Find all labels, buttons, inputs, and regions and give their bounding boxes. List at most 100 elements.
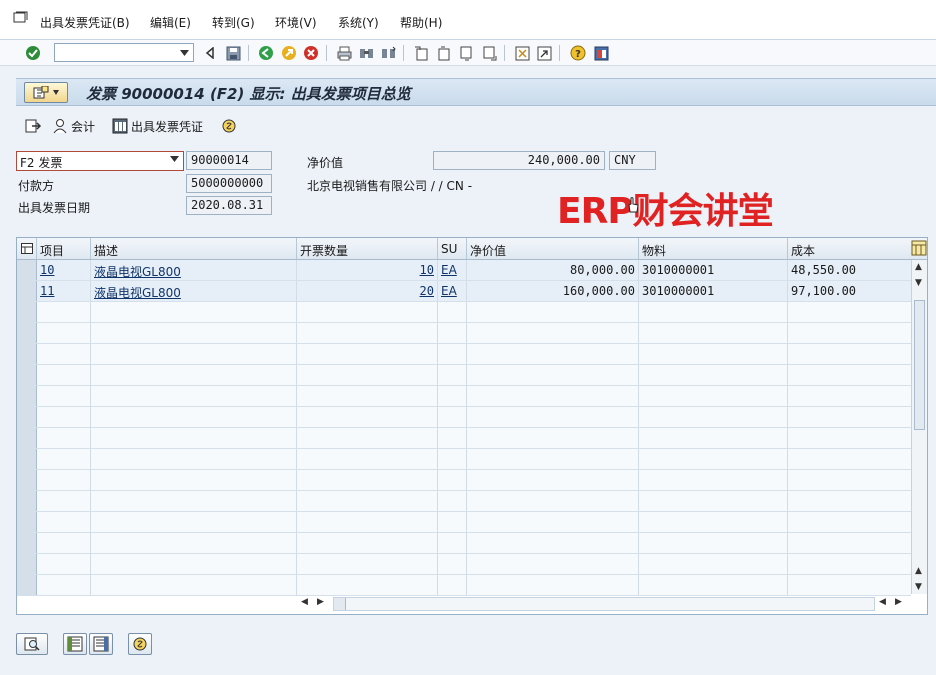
deselect-all-rows-icon xyxy=(93,636,109,652)
row-selector[interactable] xyxy=(17,344,37,364)
column-config-icon[interactable] xyxy=(911,240,927,256)
find-next-icon[interactable] xyxy=(379,44,397,62)
empty-row xyxy=(17,365,911,386)
billing-document-button[interactable]: 出具发票凭证 xyxy=(112,116,203,136)
horizontal-scroll-thumb[interactable] xyxy=(334,598,346,610)
row-selector[interactable] xyxy=(17,386,37,406)
scroll-up-icon[interactable]: ▲ xyxy=(915,262,922,272)
scroll-down-small-icon[interactable]: ▼ xyxy=(915,278,922,288)
row-selector[interactable] xyxy=(17,302,37,322)
currency-field[interactable]: CNY xyxy=(609,151,656,170)
back-nav-icon[interactable] xyxy=(201,44,219,62)
next-page-icon[interactable] xyxy=(457,44,475,62)
save-icon[interactable] xyxy=(224,44,242,62)
scroll-page-down-icon[interactable]: ▼ xyxy=(915,582,922,592)
net-value-field[interactable]: 240,000.00 xyxy=(433,151,605,170)
row-selector[interactable] xyxy=(17,554,37,574)
net-value-label: 净价值 xyxy=(307,156,344,170)
billing-document-icon xyxy=(112,118,128,134)
find-icon[interactable] xyxy=(357,44,375,62)
col-header-quantity[interactable]: 开票数量 xyxy=(297,238,438,259)
billing-type-select[interactable]: F2 发票 xyxy=(16,151,184,171)
deselect-all-button[interactable] xyxy=(89,633,113,655)
item-details-button[interactable] xyxy=(16,633,48,655)
scroll-right-small-icon[interactable]: ▶ xyxy=(317,597,324,607)
item-net-value: 80,000.00 xyxy=(467,260,639,280)
row-selector[interactable] xyxy=(17,575,37,595)
item-su[interactable]: EA xyxy=(438,260,467,280)
row-selector[interactable] xyxy=(17,428,37,448)
help-icon[interactable]: ? xyxy=(569,44,587,62)
item-quantity[interactable]: 20 xyxy=(297,281,438,301)
scroll-page-right-icon[interactable]: ▶ xyxy=(895,597,902,607)
billing-number-field[interactable]: 90000014 xyxy=(186,151,272,170)
row-selector[interactable] xyxy=(17,281,37,301)
item-quantity[interactable]: 10 xyxy=(297,260,438,280)
first-page-icon[interactable] xyxy=(412,44,430,62)
item-number[interactable]: 11 xyxy=(37,281,91,301)
item-material: 3010000001 xyxy=(639,260,788,280)
col-header-description[interactable]: 描述 xyxy=(91,238,297,259)
shortcut-icon[interactable] xyxy=(535,44,553,62)
col-header-su[interactable]: SU xyxy=(438,238,467,259)
menu-system[interactable]: 系统(Y) xyxy=(338,14,379,31)
row-selector[interactable] xyxy=(17,323,37,343)
scroll-page-left-icon[interactable]: ◀ xyxy=(879,597,886,607)
vertical-scrollbar[interactable]: ▲ ▼ ▲ ▼ xyxy=(911,260,927,594)
last-page-icon[interactable] xyxy=(480,44,498,62)
payer-number-field[interactable]: 5000000000 xyxy=(186,174,272,193)
table-row[interactable]: 10 液晶电视GL800 10 EA 80,000.00 3010000001 … xyxy=(17,260,911,281)
magnifier-icon xyxy=(24,637,40,651)
col-header-item[interactable]: 项目 xyxy=(37,238,91,259)
select-all-icon[interactable] xyxy=(17,238,37,259)
command-dropdown-icon[interactable] xyxy=(175,44,193,61)
back-icon[interactable] xyxy=(257,44,275,62)
row-selector[interactable] xyxy=(17,365,37,385)
horizontal-scrollbar[interactable]: ◀ ▶ ◀ ▶ xyxy=(297,596,925,612)
row-selector[interactable] xyxy=(17,260,37,280)
vertical-scroll-thumb[interactable] xyxy=(914,300,925,430)
col-header-cost[interactable]: 成本 xyxy=(788,238,911,259)
scroll-left-icon[interactable]: ◀ xyxy=(301,597,308,607)
item-su[interactable]: EA xyxy=(438,281,467,301)
menu-help[interactable]: 帮助(H) xyxy=(400,14,442,31)
col-header-net-value[interactable]: 净价值 xyxy=(467,238,639,259)
item-description[interactable]: 液晶电视GL800 xyxy=(91,281,297,301)
menu-environment[interactable]: 环境(V) xyxy=(275,14,317,31)
command-input[interactable] xyxy=(55,44,173,61)
row-selector[interactable] xyxy=(17,512,37,532)
item-number[interactable]: 10 xyxy=(37,260,91,280)
billing-type-value: F2 发票 xyxy=(20,156,63,170)
row-selector[interactable] xyxy=(17,491,37,511)
exit-icon[interactable] xyxy=(280,44,298,62)
command-field[interactable] xyxy=(54,43,194,62)
item-material: 3010000001 xyxy=(639,281,788,301)
accounting-button[interactable]: 会计 xyxy=(52,116,95,136)
row-selector[interactable] xyxy=(17,533,37,553)
menu-goto[interactable]: 转到(G) xyxy=(212,14,255,31)
menu-edit[interactable]: 编辑(E) xyxy=(150,14,191,31)
menu-billing-document[interactable]: 出具发票凭证(B) xyxy=(40,14,130,31)
scroll-page-up-icon[interactable]: ▲ xyxy=(915,566,922,576)
item-description[interactable]: 液晶电视GL800 xyxy=(91,260,297,280)
select-all-button[interactable] xyxy=(63,633,87,655)
col-header-material[interactable]: 物料 xyxy=(639,238,788,259)
customize-icon[interactable] xyxy=(592,44,610,62)
prev-page-icon[interactable] xyxy=(434,44,452,62)
new-session-icon[interactable] xyxy=(513,44,531,62)
print-icon[interactable] xyxy=(335,44,353,62)
cancel-icon[interactable] xyxy=(302,44,320,62)
system-menu-icon[interactable] xyxy=(13,11,29,25)
document-flow-button[interactable] xyxy=(24,82,68,103)
enter-icon[interactable] xyxy=(24,44,42,62)
item-conditions-button[interactable] xyxy=(128,633,152,655)
row-selector[interactable] xyxy=(17,470,37,490)
display-document-button[interactable] xyxy=(24,116,42,136)
svg-text:?: ? xyxy=(575,49,581,60)
billing-date-field[interactable]: 2020.08.31 xyxy=(186,196,272,215)
horizontal-scroll-track[interactable] xyxy=(333,597,875,611)
row-selector[interactable] xyxy=(17,449,37,469)
row-selector[interactable] xyxy=(17,407,37,427)
conditions-button[interactable] xyxy=(222,116,236,136)
table-row[interactable]: 11 液晶电视GL800 20 EA 160,000.00 3010000001… xyxy=(17,281,911,302)
